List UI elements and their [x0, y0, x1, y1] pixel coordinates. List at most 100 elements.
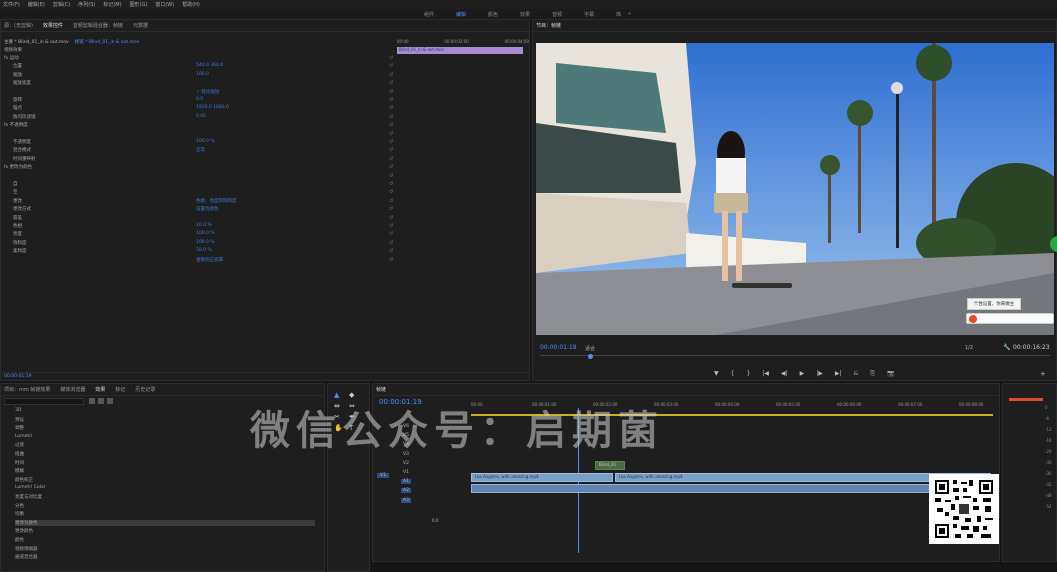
workspace-tab[interactable]: 组件: [424, 11, 434, 18]
reset-icon[interactable]: ↺: [389, 80, 393, 86]
reset-icon[interactable]: ↺: [389, 55, 393, 61]
effect-property-value[interactable]: 色相、亮度和饱和度: [196, 198, 237, 204]
effect-property-value[interactable]: 正常: [196, 147, 205, 153]
track-header[interactable]: V1: [401, 470, 411, 475]
menu-item[interactable]: 图形(G): [130, 1, 148, 8]
accelerated-effects-icon[interactable]: [89, 398, 95, 404]
step-forward-icon[interactable]: |▶: [816, 370, 823, 378]
reset-icon[interactable]: ↺: [389, 206, 393, 212]
effect-bin-item[interactable]: 亮度与对比度: [15, 494, 42, 500]
menu-item[interactable]: 窗口(W): [155, 1, 174, 8]
effect-property-value[interactable]: 0.0: [196, 97, 203, 102]
source-track-v1[interactable]: V1: [377, 473, 389, 478]
panel-tab[interactable]: 标记: [115, 386, 125, 393]
effect-bin-item[interactable]: 分色: [15, 503, 24, 509]
effect-bin-item[interactable]: 更改颜色: [15, 528, 33, 534]
reset-icon[interactable]: ↺: [389, 131, 393, 137]
reset-icon[interactable]: ↺: [389, 147, 393, 153]
quality-dropdown[interactable]: 1/2: [965, 345, 973, 351]
panel-tab[interactable]: 元数据: [133, 22, 148, 29]
effect-property-value[interactable]: 50.0 %: [196, 248, 212, 253]
ime-logo-icon[interactable]: [969, 315, 977, 323]
effect-property-value[interactable]: 100.0: [196, 72, 209, 77]
go-to-in-icon[interactable]: |◀: [762, 370, 769, 378]
workspace-tab[interactable]: 字幕: [584, 11, 594, 18]
effect-bin-item[interactable]: 3D: [15, 408, 21, 413]
menu-item[interactable]: 标记(M): [103, 1, 121, 8]
effect-bin-item[interactable]: 颜色校正: [15, 477, 33, 483]
effect-bin-item[interactable]: 更改为颜色: [15, 519, 315, 526]
effect-property-value[interactable]: 1920.0 1080.0: [196, 105, 229, 110]
wrench-icon[interactable]: 🔧: [1003, 344, 1010, 351]
track-header[interactable]: A2: [401, 488, 411, 494]
effect-bin-item[interactable]: 扭曲: [15, 451, 24, 457]
reset-icon[interactable]: ↺: [389, 223, 393, 229]
play-icon[interactable]: ▶: [800, 370, 805, 378]
timeline-title[interactable]: 帧链: [376, 386, 386, 393]
effect-bin-item[interactable]: 颜色: [15, 537, 24, 543]
reset-icon[interactable]: ↺: [389, 63, 393, 69]
effect-bin-item[interactable]: 模糊: [15, 468, 24, 474]
panel-tab[interactable]: 源：(无剪辑): [4, 22, 33, 29]
overwrite-icon[interactable]: ⎘: [870, 370, 875, 378]
ime-toolbar[interactable]: [966, 313, 1054, 324]
reset-icon[interactable]: ↺: [389, 189, 393, 195]
clip-v2[interactable]: Blind_01: [595, 461, 625, 470]
effect-bin-item[interactable]: 均衡: [15, 511, 24, 517]
fit-dropdown[interactable]: 适合: [585, 345, 595, 352]
reset-icon[interactable]: ↺: [389, 156, 393, 162]
effect-property-value[interactable]: 540.0 360.0: [196, 63, 223, 68]
reset-icon[interactable]: ↺: [389, 215, 393, 221]
reset-icon[interactable]: ↺: [389, 105, 393, 111]
menu-item[interactable]: 帮助(H): [182, 1, 200, 8]
effect-bin-item[interactable]: 调整: [15, 425, 24, 431]
panel-tab[interactable]: 效果控件: [43, 22, 63, 29]
source-clip-label[interactable]: 主要 * Blind_01_in & out.mov: [4, 39, 69, 45]
panel-tab[interactable]: 媒体浏览器: [60, 386, 85, 393]
panel-tab[interactable]: 音频剪辑混合器：帧链: [73, 22, 123, 29]
menu-item[interactable]: 编辑(E): [28, 1, 45, 8]
effect-bin-item[interactable]: Lumetri: [15, 434, 32, 439]
reset-icon[interactable]: ↺: [389, 173, 393, 179]
effect-property-value[interactable]: 查看校正遮罩: [196, 257, 223, 263]
program-playhead[interactable]: [588, 354, 593, 359]
panel-tab[interactable]: 历史记录: [135, 386, 155, 393]
reset-icon[interactable]: ↺: [389, 231, 393, 237]
menu-item[interactable]: 剪辑(C): [53, 1, 70, 8]
effect-bin-item[interactable]: Lumetri Color: [15, 485, 45, 490]
insert-icon[interactable]: ⎌: [853, 370, 858, 378]
effect-property-value[interactable]: 100.0 %: [196, 240, 215, 245]
reset-icon[interactable]: ↺: [389, 248, 393, 254]
reset-icon[interactable]: ↺: [389, 89, 393, 95]
panel-tab[interactable]: 项目：mm 帧链效果: [4, 386, 50, 393]
reset-icon[interactable]: ↺: [389, 257, 393, 263]
reset-icon[interactable]: ↺: [389, 139, 393, 145]
workspace-tab[interactable]: 效果: [520, 11, 530, 18]
effect-property-value[interactable]: 100.0 %: [196, 231, 215, 236]
reset-icon[interactable]: ↺: [389, 122, 393, 128]
workspace-tab[interactable]: 编辑: [456, 11, 466, 18]
add-button-icon[interactable]: +: [1040, 370, 1046, 378]
effect-bin-item[interactable]: 时间: [15, 460, 24, 466]
effect-property-value[interactable]: 设置为颜色: [196, 206, 219, 212]
reset-icon[interactable]: ↺: [389, 114, 393, 120]
panel-tab[interactable]: 效果: [95, 386, 105, 393]
workspace-tab[interactable]: 库: [616, 11, 621, 18]
mark-in-icon[interactable]: {: [731, 370, 735, 378]
effect-clip-bar[interactable]: Blind_01_in & out.mov: [397, 47, 523, 54]
yuv-effects-icon[interactable]: [107, 398, 113, 404]
more-workspaces-icon[interactable]: »: [628, 11, 631, 17]
track-header[interactable]: A3: [401, 497, 411, 503]
effect-property-value[interactable]: 10.0 %: [196, 223, 212, 228]
go-to-out-icon[interactable]: ▶|: [835, 370, 842, 378]
effect-property-value[interactable]: 100.0 %: [196, 139, 215, 144]
reset-icon[interactable]: ↺: [389, 198, 393, 204]
effect-property-value[interactable]: 0.00: [196, 114, 206, 119]
reset-icon[interactable]: ↺: [389, 164, 393, 170]
effect-bin-item[interactable]: 通道混合器: [15, 554, 38, 560]
program-scrubber[interactable]: [540, 355, 1050, 359]
effect-property-value[interactable]: ✓ 等比缩放: [196, 89, 219, 95]
track-header[interactable]: V2: [401, 461, 411, 466]
reset-icon[interactable]: ↺: [389, 240, 393, 246]
program-monitor-title[interactable]: 节目：帧链: [536, 22, 561, 29]
